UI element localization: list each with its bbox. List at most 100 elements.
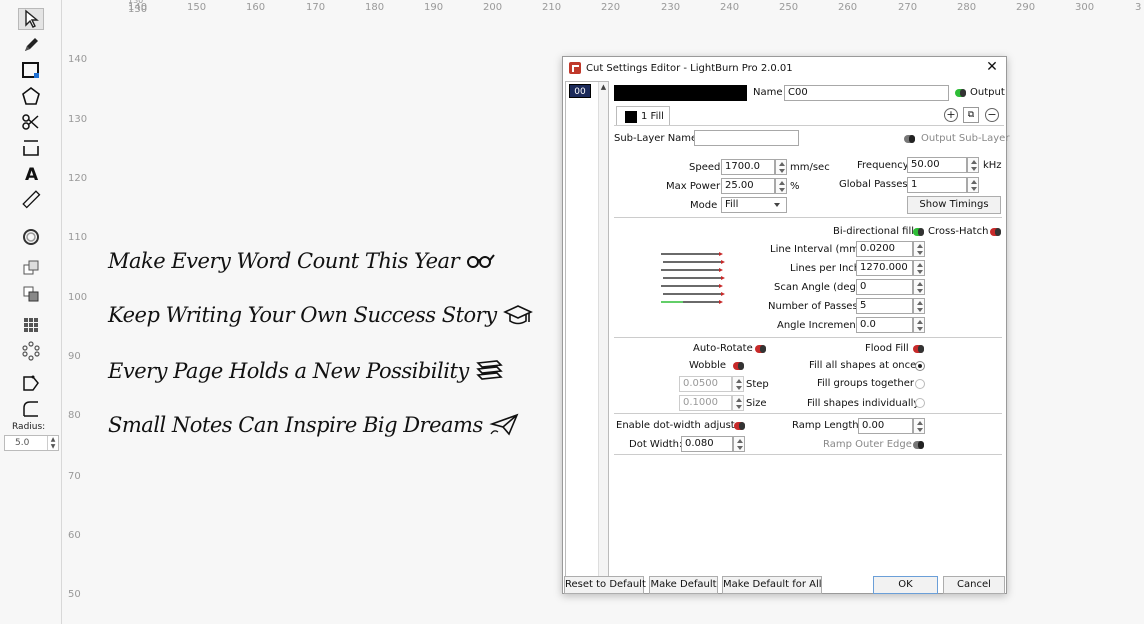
reset-to-default-button[interactable]: Reset to Default	[564, 576, 646, 594]
ramp-length-stepper[interactable]	[913, 418, 925, 434]
bidirectional-toggle[interactable]	[913, 228, 924, 236]
dot-width-stepper[interactable]	[733, 436, 745, 452]
canvas-text-line-1[interactable]: Make Every Word Count This Year	[108, 248, 495, 274]
sublayer-name-input[interactable]	[694, 130, 799, 146]
ramp-length-input[interactable]: 0.00	[858, 418, 913, 434]
node-edit-tool[interactable]	[18, 372, 44, 394]
draw-lines-tool[interactable]	[18, 34, 44, 56]
measure-tool[interactable]	[18, 188, 44, 210]
corner-tool[interactable]	[18, 398, 44, 420]
text-tool[interactable]: A	[18, 162, 44, 184]
dot-width-adjust-toggle[interactable]	[734, 422, 745, 430]
dialog-title: Cut Settings Editor - LightBurn Pro 2.0.…	[586, 62, 793, 74]
wobble-toggle[interactable]	[733, 362, 744, 370]
add-sublayer-icon[interactable]: +	[944, 108, 958, 122]
wobble-step-input[interactable]: 0.0500	[679, 376, 732, 392]
number-of-passes-stepper[interactable]	[913, 298, 925, 314]
crosshatch-toggle[interactable]	[990, 228, 1001, 236]
mode-select[interactable]: Fill	[721, 197, 787, 213]
frequency-unit: kHz	[983, 160, 1002, 171]
canvas-text-line-4[interactable]: Small Notes Can Inspire Big Dreams	[108, 412, 519, 438]
fill-individual-radio[interactable]	[915, 398, 925, 408]
lines-per-inch-label: Lines per Inch	[790, 263, 861, 274]
cancel-button[interactable]: Cancel	[943, 576, 1005, 594]
radial-array-icon	[22, 341, 40, 361]
ramp-outer-edge-toggle[interactable]	[913, 441, 924, 449]
corner-icon	[23, 401, 38, 417]
layer-color-swatch[interactable]	[614, 85, 747, 101]
max-power-stepper[interactable]	[775, 178, 787, 194]
circle-icon	[23, 229, 39, 245]
frame-tool[interactable]	[18, 137, 44, 159]
dot-width-label: Dot Width:	[629, 439, 683, 450]
cut-shapes-tool[interactable]	[18, 111, 44, 133]
polygon-icon	[22, 87, 40, 105]
ok-button[interactable]: OK	[873, 576, 938, 594]
speed-input[interactable]: 1700.0	[721, 159, 775, 175]
global-passes-input[interactable]: 1	[907, 177, 967, 193]
radius-input[interactable]: 5.0 ▲ ▼	[4, 435, 59, 451]
make-default-button[interactable]: Make Default	[649, 576, 718, 594]
wobble-size-input[interactable]: 0.1000	[679, 395, 732, 411]
remove-sublayer-icon[interactable]: −	[985, 108, 999, 122]
ramp-outer-edge-label: Ramp Outer Edge	[823, 439, 912, 450]
lines-per-inch-input[interactable]: 1270.000	[856, 260, 913, 276]
tab-1-fill[interactable]: 1 Fill	[616, 106, 670, 126]
radius-stepper[interactable]: ▲ ▼	[47, 436, 58, 450]
offset-shapes-tool[interactable]	[18, 226, 44, 248]
wobble-size-stepper[interactable]	[732, 395, 744, 411]
scan-angle-input[interactable]: 0	[856, 279, 913, 295]
canvas-text-line-3[interactable]: Every Page Holds a New Possibility	[108, 358, 505, 384]
copy-sublayer-icon[interactable]: ⧉	[963, 107, 979, 123]
canvas-text-line-2[interactable]: Keep Writing Your Own Success Story	[108, 302, 533, 328]
global-passes-stepper[interactable]	[967, 177, 979, 193]
ruler-tick: 160	[246, 2, 266, 13]
rectangle-tool[interactable]	[18, 59, 44, 81]
angle-increment-stepper[interactable]	[913, 317, 925, 333]
make-default-for-all-button[interactable]: Make Default for All	[722, 576, 822, 594]
ungroup-tool[interactable]	[18, 283, 44, 305]
layer-list[interactable]: 00 ▲ ▼	[565, 81, 609, 589]
group-tool[interactable]	[18, 257, 44, 279]
output-sublayer-toggle[interactable]	[904, 135, 915, 143]
ruler-tick: 120	[68, 173, 88, 184]
layer-item-00[interactable]: 00	[569, 84, 591, 98]
number-of-passes-input[interactable]: 5	[856, 298, 913, 314]
ruler-tick: 280	[957, 2, 977, 13]
lines-per-inch-stepper[interactable]	[913, 260, 925, 276]
angle-increment-input[interactable]: 0.0	[856, 317, 913, 333]
lightburn-logo-icon	[569, 62, 581, 74]
auto-rotate-toggle[interactable]	[755, 345, 766, 353]
speed-stepper[interactable]	[775, 159, 787, 175]
dialog-titlebar[interactable]: Cut Settings Editor - LightBurn Pro 2.0.…	[563, 57, 1006, 79]
frequency-input[interactable]: 50.00	[907, 157, 967, 173]
max-power-input[interactable]: 25.00	[721, 178, 775, 194]
polygon-tool[interactable]	[18, 85, 44, 107]
show-timings-button[interactable]: Show Timings	[907, 196, 1001, 214]
offset-icon	[23, 375, 39, 391]
ruler-tick: 90	[68, 351, 81, 362]
name-input[interactable]: C00	[784, 85, 949, 101]
wobble-step-stepper[interactable]	[732, 376, 744, 392]
fill-groups-label: Fill groups together	[817, 378, 915, 389]
flood-fill-toggle[interactable]	[913, 345, 924, 353]
frequency-stepper[interactable]	[967, 157, 979, 173]
paper-plane-icon	[489, 413, 519, 436]
frame-icon	[23, 140, 39, 156]
fill-groups-radio[interactable]	[915, 379, 925, 389]
scan-angle-stepper[interactable]	[913, 279, 925, 295]
close-icon[interactable]: ✕	[984, 59, 1000, 75]
line-interval-input[interactable]: 0.0200	[856, 241, 913, 257]
select-tool[interactable]	[18, 8, 44, 30]
fill-all-radio[interactable]	[915, 361, 925, 371]
line-interval-stepper[interactable]	[913, 241, 925, 257]
section-divider	[614, 217, 1002, 218]
grid-array-tool[interactable]	[18, 314, 44, 336]
ruler-tick: 70	[68, 471, 81, 482]
glasses-icon	[467, 254, 495, 268]
scroll-up-icon[interactable]: ▲	[599, 82, 608, 92]
output-toggle[interactable]	[955, 89, 966, 97]
dot-width-input[interactable]: 0.080	[681, 436, 733, 452]
layer-list-scrollbar[interactable]: ▲ ▼	[598, 82, 608, 588]
circular-array-tool[interactable]	[18, 340, 44, 362]
